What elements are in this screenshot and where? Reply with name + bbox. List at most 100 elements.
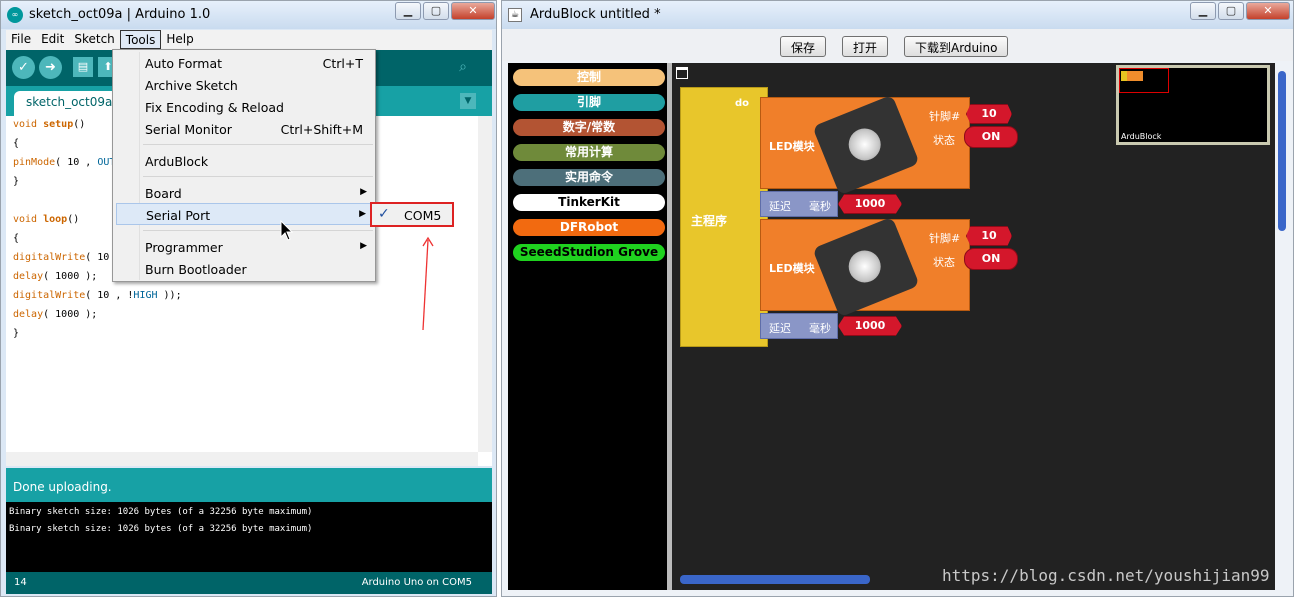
led-label: LED模块 (769, 140, 815, 153)
ardublock-titlebar: ☕ ArduBlock untitled * ▁ ▢ ✕ (502, 1, 1293, 29)
pin-value-block[interactable]: 10 (966, 104, 1012, 124)
close-button[interactable]: ✕ (1246, 2, 1290, 20)
maximize-button[interactable]: ▢ (1218, 2, 1244, 20)
maximize-button[interactable]: ▢ (423, 2, 449, 20)
canvas-horizontal-scrollbar[interactable] (680, 575, 870, 584)
do-label: do (734, 98, 749, 109)
menu-item-serial-monitor[interactable]: Serial Monitor Ctrl+Shift+M (145, 118, 373, 140)
editor-horizontal-scrollbar[interactable] (6, 452, 478, 466)
code-line: { (13, 138, 20, 149)
pin-label: 针脚# (929, 232, 961, 245)
port-com5[interactable]: COM5 (404, 208, 441, 223)
block-canvas[interactable]: do 主程序 LED模块 针脚# 状态 10 ON 延迟 毫秒 1000 LED… (672, 63, 1275, 590)
delay-block[interactable]: 延迟 毫秒 (760, 191, 838, 217)
menu-item-auto-format[interactable]: Auto Format Ctrl+T (145, 52, 373, 74)
mouse-cursor-icon (280, 220, 294, 241)
tools-dropdown-menu: Auto Format Ctrl+T Archive Sketch Fix Enc… (112, 49, 376, 282)
menu-tools[interactable]: Tools (119, 30, 162, 49)
annotation-arrow (422, 236, 434, 331)
menu-separator (143, 144, 373, 145)
led-module-image (812, 216, 920, 318)
menu-help[interactable]: Help (161, 30, 198, 49)
code-line: digitalWrite( 10 (13, 252, 110, 263)
led-module-image (812, 94, 920, 196)
menu-item-burn-bootloader[interactable]: Burn Bootloader (145, 258, 373, 280)
arduino-titlebar: ∞ sketch_oct09a | Arduino 1.0 ▁ ▢ ✕ (1, 1, 496, 29)
submenu-arrow-icon: ▶ (360, 241, 367, 251)
minimap[interactable]: ArduBlock (1116, 65, 1270, 145)
watermark: https://blog.csdn.net/youshijian99 (942, 566, 1270, 585)
upload-button[interactable]: ➜ (39, 56, 62, 79)
menu-sketch[interactable]: Sketch (69, 30, 119, 49)
open-button[interactable]: 打开 (842, 36, 889, 57)
category-operators[interactable]: 常用计算 (513, 144, 665, 161)
window-title: ArduBlock untitled * (530, 7, 661, 22)
code-line: delay( 1000 ); (13, 271, 98, 282)
category-seeedstudio-grove[interactable]: SeeedStudion Grove (513, 244, 665, 261)
serial-monitor-icon[interactable]: ⌕ (453, 57, 473, 77)
category-pins[interactable]: 引脚 (513, 94, 665, 111)
menu-separator (143, 176, 373, 177)
delay-block[interactable]: 延迟 毫秒 (760, 313, 838, 339)
checkmark-icon: ✓ (378, 206, 390, 222)
pin-label: 针脚# (929, 110, 961, 123)
minimize-button[interactable]: ▁ (1190, 2, 1216, 20)
serial-port-submenu[interactable]: ✓ COM5 (370, 202, 454, 227)
main-label: 主程序 (691, 214, 728, 228)
main-program-block[interactable]: do 主程序 (680, 87, 768, 347)
state-value-block[interactable]: ON (964, 126, 1018, 148)
delay-label: 延迟 (769, 322, 791, 335)
code-line: } (13, 328, 20, 339)
console-line: Binary sketch size: 1026 bytes (of a 322… (9, 507, 313, 517)
verify-button[interactable]: ✓ (12, 56, 35, 79)
ardublock-toolbar: 保存 打开 下载到Arduino (502, 29, 1293, 61)
code-line: delay( 1000 ); (13, 309, 98, 320)
category-utilities[interactable]: 实用命令 (513, 169, 665, 186)
block-palette: 控制 引脚 数字/常数 常用计算 实用命令 TinkerKit DFRobot … (508, 63, 668, 590)
save-button[interactable]: 保存 (780, 36, 827, 57)
ms-label: 毫秒 (809, 200, 831, 213)
state-value-block[interactable]: ON (964, 248, 1018, 270)
ms-label: 毫秒 (809, 322, 831, 335)
minimap-viewport[interactable] (1119, 68, 1169, 93)
tab-menu-arrow-icon[interactable]: ▼ (460, 93, 476, 109)
new-icon[interactable]: ▤ (73, 57, 93, 77)
window-title: sketch_oct09a | Arduino 1.0 (29, 7, 211, 22)
category-control[interactable]: 控制 (513, 69, 665, 86)
minimize-button[interactable]: ▁ (395, 2, 421, 20)
delay-label: 延迟 (769, 200, 791, 213)
delay-value-block[interactable]: 1000 (838, 194, 902, 214)
category-numbers[interactable]: 数字/常数 (513, 119, 665, 136)
menu-item-archive-sketch[interactable]: Archive Sketch (145, 74, 373, 96)
console-output: Binary sketch size: 1026 bytes (of a 322… (6, 502, 492, 572)
upload-to-arduino-button[interactable]: 下载到Arduino (904, 36, 1009, 57)
menu-edit[interactable]: Edit (36, 30, 69, 49)
window-controls: ▁ ▢ ✕ (393, 2, 495, 20)
collapse-icon[interactable] (676, 67, 688, 79)
menu-item-serial-port[interactable]: Serial Port ▶ (116, 203, 373, 225)
submenu-arrow-icon: ▶ (359, 209, 366, 219)
menu-item-fix-encoding[interactable]: Fix Encoding & Reload (145, 96, 373, 118)
menu-item-programmer[interactable]: Programmer ▶ (145, 236, 373, 258)
led-module-block[interactable]: LED模块 针脚# 状态 (760, 94, 970, 196)
delay-value-block[interactable]: 1000 (838, 316, 902, 336)
console-line: Binary sketch size: 1026 bytes (of a 322… (9, 524, 313, 534)
category-dfrobot[interactable]: DFRobot (513, 219, 665, 236)
led-module-block[interactable]: LED模块 针脚# 状态 (760, 216, 970, 318)
code-line: digitalWrite( 10 , !HIGH )); (13, 290, 182, 301)
menu-separator (143, 230, 373, 231)
editor-vertical-scrollbar[interactable] (478, 116, 492, 452)
java-app-icon: ☕ (508, 8, 522, 22)
window-controls: ▁ ▢ ✕ (1188, 2, 1290, 20)
scrollbar-thumb[interactable] (1278, 71, 1286, 231)
pin-value-block[interactable]: 10 (966, 226, 1012, 246)
menu-file[interactable]: File (6, 30, 36, 49)
category-tinkerkit[interactable]: TinkerKit (513, 194, 665, 211)
code-line: void setup() (13, 119, 86, 130)
line-number: 14 (14, 577, 27, 588)
menu-item-board[interactable]: Board ▶ (145, 182, 373, 204)
canvas-vertical-scrollbar[interactable] (1275, 63, 1291, 590)
menu-gutter (139, 52, 140, 280)
close-button[interactable]: ✕ (451, 2, 495, 20)
menu-item-ardublock[interactable]: ArduBlock (145, 150, 373, 172)
